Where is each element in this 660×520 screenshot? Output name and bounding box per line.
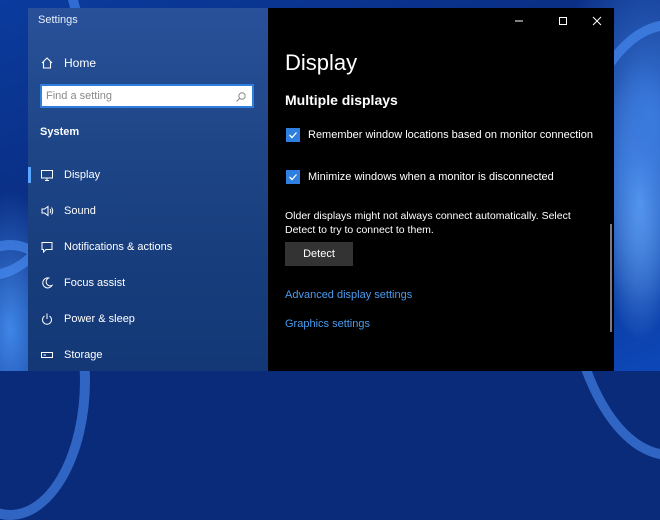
advanced-display-settings-link[interactable]: Advanced display settings [285, 289, 412, 301]
home-icon [40, 56, 54, 70]
minimize-icon [515, 20, 523, 22]
speaker-icon [40, 204, 54, 218]
monitor-icon [40, 168, 54, 182]
sidebar-item-label: Sound [64, 205, 96, 217]
detect-description: Older displays might not always connect … [285, 210, 571, 236]
sidebar-item-notifications[interactable]: Notifications & actions [28, 233, 268, 261]
close-icon [592, 16, 602, 26]
search-input[interactable] [46, 90, 226, 102]
sidebar-item-label: Display [64, 169, 101, 181]
sidebar-item-label: Storage [64, 349, 103, 361]
remember-window-locations-checkbox[interactable]: Remember window locations based on monit… [286, 128, 593, 142]
home-label: Home [64, 56, 97, 70]
detect-button[interactable]: Detect [285, 242, 353, 266]
page-title: Display [285, 50, 358, 75]
settings-window: Settings Home System Display Sound [28, 8, 614, 371]
checkbox-label: Remember window locations based on monit… [308, 129, 593, 141]
message-icon [40, 240, 54, 254]
sidebar: Settings Home System Display Sound [28, 8, 268, 371]
sidebar-item-label: Notifications & actions [64, 241, 173, 253]
minimize-button[interactable] [508, 12, 530, 30]
checkbox-label: Minimize windows when a monitor is disco… [308, 171, 554, 183]
sidebar-item-sound[interactable]: Sound [28, 197, 268, 225]
search-icon[interactable] [235, 90, 247, 102]
sidebar-item-power-sleep[interactable]: Power & sleep [28, 305, 268, 333]
section-title: Multiple displays [285, 92, 398, 108]
checkmark-icon [289, 132, 297, 139]
checkmark-icon [289, 174, 297, 181]
search-box[interactable] [40, 84, 254, 108]
checkbox-checked[interactable] [286, 128, 300, 142]
drive-icon [40, 348, 54, 362]
checkbox-checked[interactable] [286, 170, 300, 184]
sidebar-item-storage[interactable]: Storage [28, 341, 268, 369]
sidebar-item-label: Focus assist [64, 277, 126, 289]
main-content: Display Multiple displays Remember windo… [268, 8, 614, 371]
home-nav[interactable]: Home [28, 52, 268, 74]
sidebar-item-display[interactable]: Display [28, 161, 268, 189]
maximize-button[interactable] [552, 12, 574, 30]
maximize-icon [559, 17, 567, 25]
minimize-windows-checkbox[interactable]: Minimize windows when a monitor is disco… [286, 170, 554, 184]
close-button[interactable] [586, 12, 608, 30]
sidebar-item-label: Power & sleep [64, 313, 135, 325]
moon-icon [40, 276, 54, 290]
section-heading: System [40, 126, 80, 138]
scrollbar[interactable] [610, 224, 612, 332]
sidebar-item-focus-assist[interactable]: Focus assist [28, 269, 268, 297]
graphics-settings-link[interactable]: Graphics settings [285, 318, 370, 330]
power-icon [40, 312, 54, 326]
window-title: Settings [38, 14, 78, 26]
